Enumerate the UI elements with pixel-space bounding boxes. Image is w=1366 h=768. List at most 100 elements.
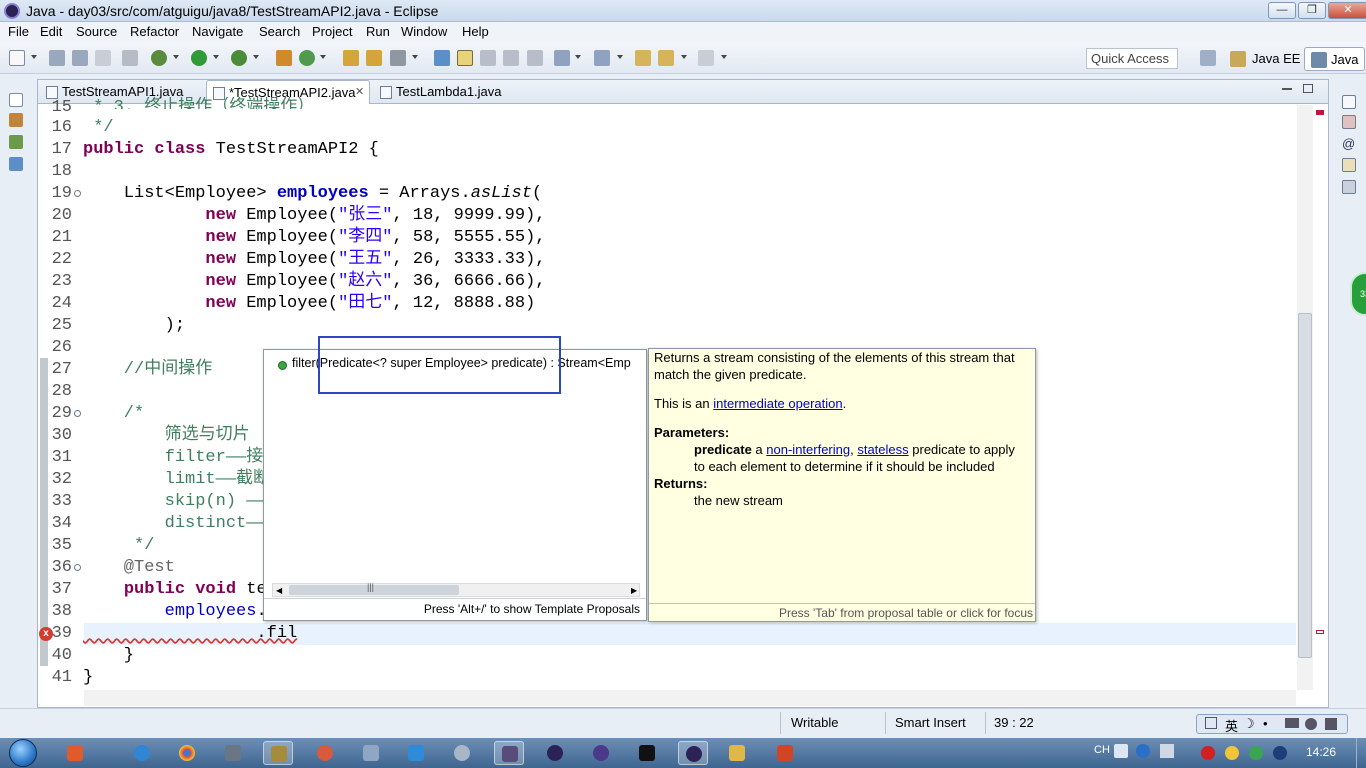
minimize-button[interactable]: — — [1268, 2, 1296, 19]
debug-dropdown-icon[interactable] — [173, 55, 179, 59]
menu-file[interactable]: File — [8, 24, 29, 39]
javadoc-icon[interactable]: @ — [1342, 136, 1356, 151]
open-perspective-icon[interactable] — [1200, 50, 1216, 66]
code-line[interactable]: public class TestStreamAPI2 { — [83, 139, 379, 161]
mark-occurrences-icon[interactable] — [457, 50, 473, 66]
code-line[interactable]: limit——截断 — [83, 469, 270, 491]
warning-overview-marker[interactable] — [1316, 630, 1324, 634]
maximize-button[interactable]: ❐ — [1298, 2, 1326, 19]
package-explorer-icon[interactable] — [9, 113, 23, 127]
run-dropdown-icon[interactable] — [213, 55, 219, 59]
ime-tools-icon[interactable] — [1325, 718, 1337, 730]
show-whitespace-icon[interactable] — [527, 50, 543, 66]
code-line[interactable]: public void te — [83, 579, 267, 601]
menu-window[interactable]: Window — [401, 24, 447, 39]
fold-toggle-icon[interactable] — [74, 190, 81, 197]
code-line[interactable]: filter——接! — [83, 447, 274, 469]
status-insert-mode[interactable]: Smart Insert — [895, 715, 966, 730]
taskbar-eclipse[interactable] — [586, 741, 616, 765]
console-icon[interactable] — [1342, 180, 1356, 194]
code-line[interactable]: } — [83, 645, 134, 667]
taskbar-chrome[interactable] — [172, 741, 202, 765]
scroll-right-icon[interactable]: ▶ — [631, 586, 637, 595]
prev-annotation-dropdown-icon[interactable] — [617, 55, 623, 59]
code-line[interactable]: new Employee("李四", 58, 5555.55), — [83, 227, 545, 249]
prev-annotation-icon[interactable] — [594, 50, 610, 66]
code-line[interactable]: */ — [83, 117, 113, 139]
code-line[interactable]: } — [83, 667, 93, 689]
forward-icon[interactable] — [698, 50, 714, 66]
code-line[interactable]: new Employee("赵六", 36, 6666.66), — [83, 271, 545, 293]
taskbar-cmd[interactable] — [632, 741, 662, 765]
new-dropdown-icon[interactable] — [31, 55, 37, 59]
run-icon[interactable] — [191, 50, 207, 66]
menu-project[interactable]: Project — [312, 24, 352, 39]
maximize-editor-icon[interactable] — [1303, 84, 1313, 93]
taskbar-explorer[interactable] — [722, 741, 752, 765]
task-list-icon[interactable] — [1342, 115, 1356, 129]
taskbar-app[interactable] — [263, 741, 293, 765]
back-icon[interactable] — [658, 50, 674, 66]
taskbar-clock[interactable]: 14:26 — [1306, 745, 1336, 759]
code-line[interactable]: new Employee("张三", 18, 9999.99), — [83, 205, 545, 227]
taskbar-eclipse[interactable] — [540, 741, 570, 765]
external-tools-icon[interactable] — [231, 50, 247, 66]
code-line[interactable]: */ — [83, 535, 154, 557]
last-edit-location-icon[interactable] — [635, 50, 651, 66]
code-line[interactable]: .fil — [83, 623, 297, 645]
external-tools-dropdown-icon[interactable] — [253, 55, 259, 59]
declaration-icon[interactable] — [1342, 158, 1356, 172]
code-line[interactable]: employees. — [83, 601, 267, 623]
ime-language[interactable]: 英 — [1225, 716, 1238, 735]
start-button[interactable] — [7, 738, 43, 768]
proposal-scroll-thumb[interactable]: ||| — [289, 582, 459, 595]
debug-icon[interactable] — [151, 50, 167, 66]
ime-keyboard-icon[interactable] — [1285, 718, 1299, 728]
menu-run[interactable]: Run — [366, 24, 390, 39]
tray-app-icon[interactable] — [1249, 746, 1263, 760]
taskbar-app[interactable] — [218, 741, 248, 765]
tray-bluetooth-icon[interactable] — [1273, 746, 1287, 760]
tab-close-icon[interactable]: ✕ — [355, 85, 364, 98]
code-line[interactable]: new Employee("田七", 12, 8888.88) — [83, 293, 535, 315]
taskbar-app[interactable] — [356, 741, 386, 765]
tray-record-icon[interactable] — [1201, 746, 1215, 760]
minimize-editor-icon[interactable] — [1282, 88, 1292, 90]
new-java-package-icon[interactable] — [276, 50, 292, 66]
menu-source[interactable]: Source — [76, 24, 117, 39]
tray-help-icon[interactable] — [1136, 744, 1150, 758]
close-button[interactable]: ✕ — [1328, 2, 1366, 19]
new-class-dropdown-icon[interactable] — [320, 55, 326, 59]
perspective-java[interactable]: Java — [1304, 47, 1366, 71]
tab-testlambda1[interactable]: TestLambda1.java — [374, 80, 510, 104]
show-desktop-button[interactable] — [1356, 738, 1366, 768]
perspective-java-ee[interactable]: Java EE — [1226, 47, 1306, 71]
restore-view-icon[interactable] — [9, 93, 23, 107]
error-overview-marker[interactable] — [1316, 110, 1324, 115]
print-icon[interactable] — [95, 50, 111, 66]
code-line[interactable]: new Employee("王五", 26, 3333.33), — [83, 249, 545, 271]
taskbar-powerpoint[interactable] — [770, 741, 800, 765]
open-task-icon[interactable] — [366, 50, 382, 66]
ime-moon-icon[interactable]: ☽ — [1243, 716, 1255, 732]
ime-punct-icon[interactable]: • — [1263, 716, 1268, 731]
menu-search[interactable]: Search — [259, 24, 300, 39]
new-java-class-icon[interactable] — [299, 50, 315, 66]
floating-badge[interactable]: 33 — [1350, 272, 1366, 316]
fold-toggle-icon[interactable] — [74, 410, 81, 417]
scroll-left-icon[interactable]: ◀ — [276, 586, 282, 595]
tray-ime-icon[interactable] — [1114, 744, 1128, 758]
editor-horizontal-scrollbar[interactable] — [84, 690, 1296, 706]
save-icon[interactable] — [49, 50, 65, 66]
search-dropdown-icon[interactable] — [412, 55, 418, 59]
taskbar-app[interactable] — [494, 741, 524, 765]
ime-toolbar[interactable]: 英 ☽ • — [1196, 714, 1348, 734]
ime-logo-icon[interactable] — [1205, 717, 1217, 729]
new-icon[interactable] — [9, 50, 25, 66]
menu-help[interactable]: Help — [462, 24, 489, 39]
overview-ruler[interactable] — [1313, 105, 1328, 690]
hierarchy-icon[interactable] — [9, 135, 23, 149]
code-line[interactable]: skip(n) —— — [83, 491, 267, 513]
code-line[interactable]: 筛选与切片 — [83, 425, 250, 447]
next-annotation-dropdown-icon[interactable] — [575, 55, 581, 59]
